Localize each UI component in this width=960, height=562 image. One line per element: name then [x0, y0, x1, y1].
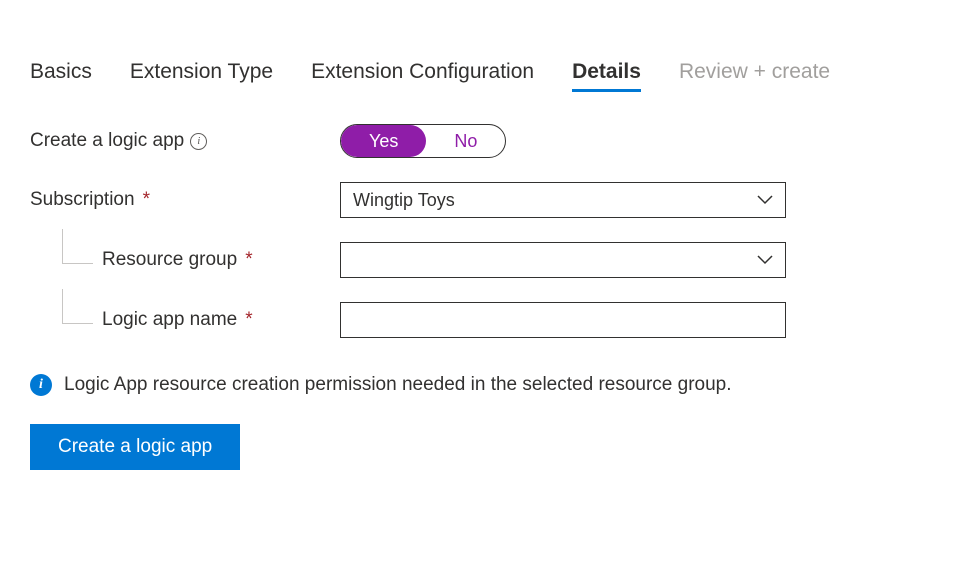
row-logic-app-name: Logic app name *	[30, 302, 930, 338]
toggle-create-logic-app: Yes No	[340, 124, 506, 158]
info-icon[interactable]: i	[190, 133, 207, 150]
info-text: Logic App resource creation permission n…	[64, 374, 732, 396]
chevron-down-icon	[757, 195, 773, 205]
label-subscription: Subscription *	[30, 189, 340, 211]
label-logic-app-name: Logic app name *	[30, 309, 340, 331]
info-message: i Logic App resource creation permission…	[30, 374, 930, 396]
tab-basics[interactable]: Basics	[30, 60, 92, 90]
toggle-yes[interactable]: Yes	[341, 125, 426, 157]
tab-details[interactable]: Details	[572, 60, 641, 90]
required-indicator: *	[143, 189, 150, 211]
label-text: Subscription	[30, 189, 135, 211]
subscription-value: Wingtip Toys	[353, 190, 455, 211]
tab-extension-type[interactable]: Extension Type	[130, 60, 273, 90]
resource-group-dropdown[interactable]	[340, 242, 786, 278]
row-subscription: Subscription * Wingtip Toys	[30, 182, 930, 218]
info-circle-icon: i	[30, 374, 52, 396]
subscription-dropdown[interactable]: Wingtip Toys	[340, 182, 786, 218]
create-logic-app-button[interactable]: Create a logic app	[30, 424, 240, 470]
logic-app-name-input[interactable]	[340, 302, 786, 338]
chevron-down-icon	[757, 255, 773, 265]
required-indicator: *	[245, 309, 252, 331]
label-text: Create a logic app	[30, 130, 184, 152]
label-create-logic-app: Create a logic app i	[30, 130, 340, 152]
toggle-no[interactable]: No	[426, 125, 505, 157]
label-text: Resource group	[102, 249, 237, 271]
required-indicator: *	[245, 249, 252, 271]
label-resource-group: Resource group *	[30, 249, 340, 271]
tab-extension-configuration[interactable]: Extension Configuration	[311, 60, 534, 90]
row-resource-group: Resource group *	[30, 242, 930, 278]
label-text: Logic app name	[102, 309, 237, 331]
tab-review-create: Review + create	[679, 60, 830, 90]
row-create-logic-app: Create a logic app i Yes No	[30, 124, 930, 158]
tab-strip: Basics Extension Type Extension Configur…	[30, 60, 930, 90]
